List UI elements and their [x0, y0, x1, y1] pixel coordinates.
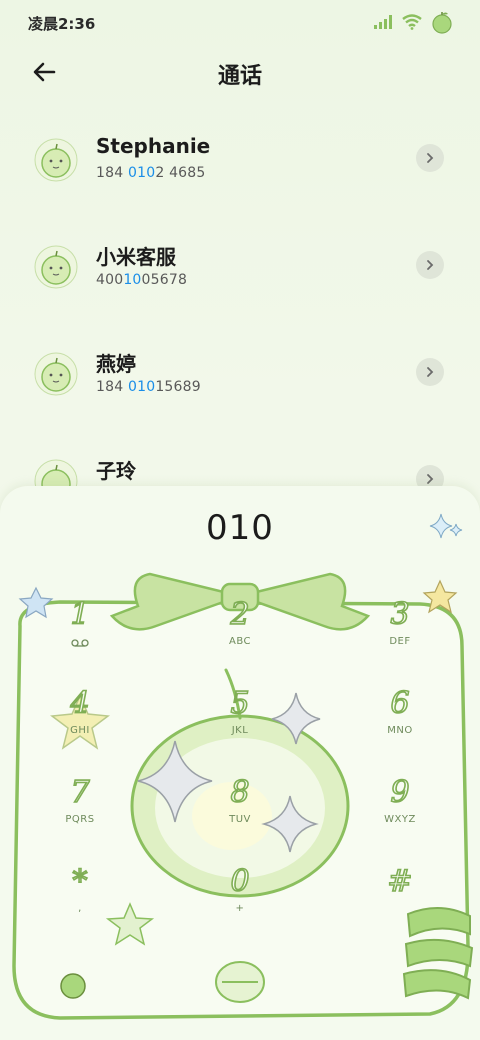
app-bar: 通话	[0, 50, 480, 94]
contact-detail-button[interactable]	[416, 465, 444, 487]
chevron-right-icon	[427, 367, 434, 377]
dial-key-4[interactable]: 4 GHI	[30, 686, 130, 757]
dial-key-2[interactable]: 2 ABC	[190, 597, 290, 668]
contact-number: 184 01015689	[96, 379, 201, 395]
dial-key-0[interactable]: 0 +	[190, 864, 290, 935]
dial-key-3[interactable]: 3 DEF	[350, 597, 450, 668]
page-title: 通话	[217, 64, 262, 89]
signal-icon	[374, 15, 392, 29]
status-bar: 凌晨2:36	[0, 0, 480, 44]
wifi-icon	[402, 14, 422, 30]
contact-name: 小米客服	[96, 245, 176, 269]
avatar-icon	[34, 352, 78, 396]
dial-key-8[interactable]: 8 TUV	[190, 775, 290, 846]
voicemail-icon	[71, 639, 89, 647]
status-time: 凌晨2:36	[28, 15, 96, 33]
avatar-icon	[34, 459, 78, 487]
contact-detail-button[interactable]	[416, 358, 444, 386]
contact-item[interactable]: 燕婷 184 01015689	[0, 326, 480, 418]
avatar-icon	[34, 245, 78, 289]
contact-item[interactable]: 小米客服 4001005678	[0, 219, 480, 311]
dial-key-7[interactable]: 7 PQRS	[30, 775, 130, 846]
contact-detail-button[interactable]	[416, 251, 444, 279]
chevron-right-icon	[427, 474, 434, 484]
dialpad-panel: 010 1 2 ABC 3 DEF 4 GHI 5 JKL 6 MNO 7 PQRS 8 TU…	[0, 486, 480, 1040]
contact-number: 4001005678	[96, 272, 188, 288]
dial-key-6[interactable]: 6 MNO	[350, 686, 450, 757]
contact-name: Stephanie	[96, 134, 211, 158]
chevron-right-icon	[427, 260, 434, 270]
dial-key-star[interactable]: *,	[30, 864, 130, 935]
avatar-icon	[34, 138, 78, 182]
collapse-dialpad-button[interactable]	[40, 964, 100, 1014]
dial-key-5[interactable]: 5 JKL	[190, 686, 290, 757]
contact-number: 184 0102 4685	[96, 165, 206, 181]
call-button[interactable]	[210, 956, 270, 1010]
contact-list: Stephanie 184 0102 4685 小米客服 4001005678 …	[0, 112, 480, 487]
contact-name: 燕婷	[96, 352, 136, 376]
contact-item[interactable]: Stephanie 184 0102 4685	[0, 112, 480, 204]
contact-name: 子玲	[96, 459, 136, 483]
dialed-number[interactable]: 010	[0, 508, 480, 548]
contact-detail-button[interactable]	[416, 144, 444, 172]
status-icons	[374, 10, 454, 34]
battery-apple-icon	[432, 12, 452, 34]
dial-key-1[interactable]: 1	[30, 597, 130, 668]
dial-key-hash[interactable]: #	[350, 864, 450, 935]
chevron-right-icon	[427, 153, 434, 163]
dial-key-9[interactable]: 9 WXYZ	[350, 775, 450, 846]
contact-item[interactable]: 子玲	[0, 433, 480, 487]
